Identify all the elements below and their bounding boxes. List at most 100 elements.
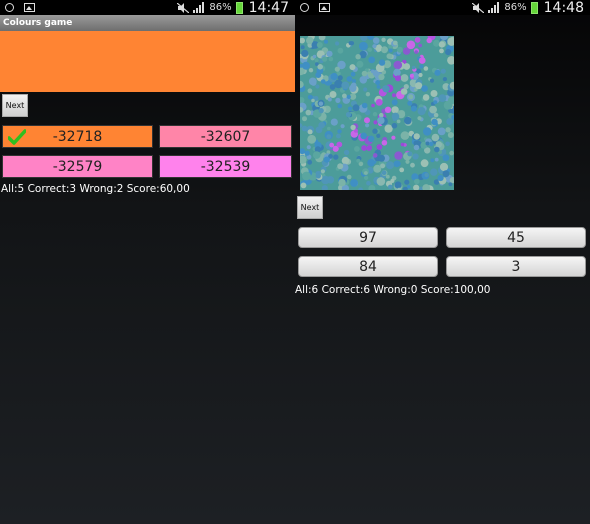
plate-dot	[391, 122, 398, 129]
plate-dot	[417, 116, 422, 121]
plate-dot	[340, 124, 345, 129]
answer-button-3[interactable]: -32579	[2, 155, 153, 178]
plate-dot	[367, 47, 372, 52]
plate-dot	[307, 94, 313, 100]
plate-dot	[408, 94, 414, 100]
plate-dot	[447, 37, 454, 46]
answer-button-4[interactable]: -32539	[159, 155, 292, 178]
plate-dot	[321, 56, 328, 62]
answer-label: -32718	[52, 128, 103, 145]
plate-dot	[372, 37, 380, 44]
plate-dot	[400, 74, 409, 82]
plate-dot	[410, 162, 415, 168]
plate-dot	[373, 164, 382, 173]
plate-dot	[378, 73, 385, 81]
score-text: All:6 Correct:6 Wrong:0 Score:100,00	[295, 284, 491, 296]
plate-dot	[356, 158, 361, 163]
plate-dot	[447, 56, 454, 65]
plate-dot	[418, 72, 423, 78]
answer-button-1[interactable]: 97	[298, 227, 438, 248]
plate-dot	[430, 90, 438, 97]
plate-dot	[337, 75, 343, 81]
plate-dot	[429, 141, 434, 147]
plate-dot	[335, 97, 341, 103]
plate-dot	[386, 53, 393, 59]
plate-dot	[361, 70, 368, 77]
plate-dot	[378, 59, 386, 66]
plate-dot	[395, 75, 401, 82]
plate-dot	[433, 39, 440, 47]
plate-dot	[315, 84, 320, 89]
answer-label: -32607	[200, 128, 251, 145]
plate-dot	[438, 41, 445, 48]
battery-icon	[235, 1, 243, 14]
plate-dot	[312, 54, 317, 59]
plate-dot	[419, 64, 424, 69]
plate-dot	[321, 185, 328, 190]
next-button[interactable]: Next	[2, 94, 28, 117]
plate-dot	[375, 80, 381, 86]
answer-button-3[interactable]: 84	[298, 256, 438, 277]
plate-dot	[365, 123, 370, 128]
plate-dot	[447, 132, 454, 138]
plate-dot	[320, 79, 326, 84]
answer-button-2[interactable]: 45	[446, 227, 586, 248]
plate-dot	[421, 85, 428, 92]
plate-dot	[307, 88, 313, 94]
plate-dot	[368, 185, 376, 190]
plate-dot	[326, 50, 333, 57]
check-icon	[8, 129, 26, 145]
plate-dot	[388, 48, 393, 53]
answer-button-4[interactable]: 3	[446, 256, 586, 277]
plate-dot	[337, 103, 343, 109]
answer-label: 84	[359, 258, 377, 275]
signal-icon	[488, 2, 500, 13]
plate-dot	[414, 178, 420, 185]
plate-dot	[392, 40, 398, 46]
plate-dot	[377, 116, 385, 125]
plate-dot	[431, 133, 440, 142]
plate-dot	[329, 91, 337, 98]
plate-dot	[363, 175, 369, 180]
plate-dot	[307, 134, 317, 144]
plate-dot	[307, 159, 313, 165]
plate-dot	[336, 133, 341, 139]
answer-label: 97	[359, 229, 377, 246]
next-button[interactable]: Next	[297, 196, 323, 219]
plate-dot	[321, 175, 330, 185]
plate-dot	[302, 61, 310, 70]
color-swatch	[0, 31, 295, 92]
plate-dot	[406, 40, 416, 50]
plate-dot	[449, 150, 454, 156]
plate-dot	[367, 36, 374, 40]
plate-dot	[381, 46, 388, 54]
plate-dot	[415, 82, 423, 90]
plate-dot	[330, 72, 338, 81]
plate-dot	[345, 111, 352, 118]
alarm-icon	[5, 3, 14, 12]
plate-dot	[376, 85, 381, 89]
plate-dot	[429, 78, 435, 83]
plate-dot	[361, 102, 368, 109]
battery-percent: 86%	[209, 2, 232, 13]
plate-dot	[382, 85, 390, 93]
plate-dot	[442, 77, 447, 82]
plate-dot	[385, 174, 390, 179]
plate-dot	[371, 103, 375, 108]
plate-dot	[370, 69, 375, 74]
plate-dot	[407, 100, 413, 106]
plate-dot	[439, 162, 449, 172]
plate-dot	[394, 181, 402, 189]
plate-dot	[317, 50, 323, 56]
plate-dot	[337, 163, 344, 170]
plate-dot	[334, 66, 340, 72]
plate-dot	[323, 156, 330, 163]
plate-dot	[361, 145, 367, 151]
plate-dot	[378, 154, 385, 162]
answer-button-1[interactable]: -32718	[2, 125, 153, 148]
answer-button-2[interactable]: -32607	[159, 125, 292, 148]
answer-label: -32539	[200, 158, 251, 175]
plate-dot	[400, 131, 410, 140]
plate-dot	[341, 81, 350, 90]
answer-label: -32579	[52, 158, 103, 175]
